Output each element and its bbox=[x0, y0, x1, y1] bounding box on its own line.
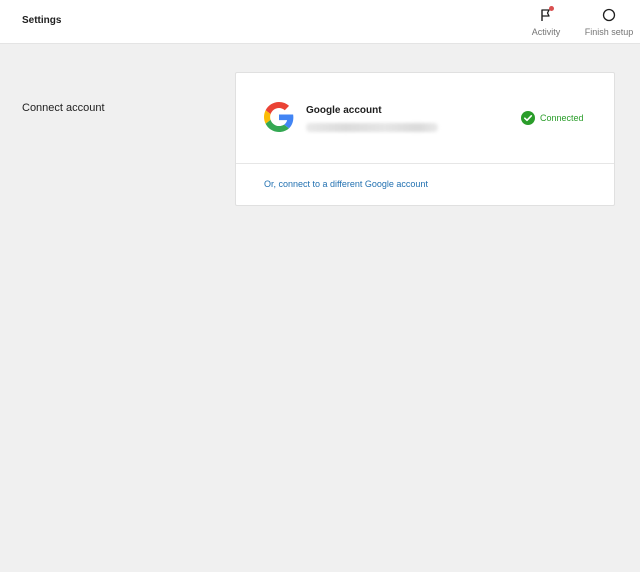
connect-different-account-link[interactable]: Or, connect to a different Google accoun… bbox=[264, 179, 428, 189]
status-label: Connected bbox=[540, 113, 584, 123]
notification-dot bbox=[549, 6, 554, 11]
page-title: Settings bbox=[22, 15, 62, 26]
google-logo-icon bbox=[264, 102, 294, 132]
activity-button[interactable]: Activity bbox=[530, 6, 562, 37]
check-circle-icon bbox=[521, 111, 535, 125]
finish-setup-button[interactable]: Finish setup bbox=[582, 6, 636, 37]
connection-status: Connected bbox=[521, 111, 584, 125]
finish-setup-label: Finish setup bbox=[584, 27, 634, 37]
progress-circle-icon bbox=[600, 6, 618, 24]
account-row: Google account Connected bbox=[236, 73, 614, 164]
top-bar: Settings Activity Finish setup bbox=[0, 0, 640, 44]
account-email-blurred bbox=[306, 123, 438, 132]
activity-label: Activity bbox=[531, 27, 561, 37]
activity-flag-icon bbox=[537, 6, 555, 24]
account-card: Google account Connected Or, connect to … bbox=[235, 72, 615, 206]
section-title: Connect account bbox=[22, 102, 105, 114]
account-title: Google account bbox=[306, 105, 382, 116]
